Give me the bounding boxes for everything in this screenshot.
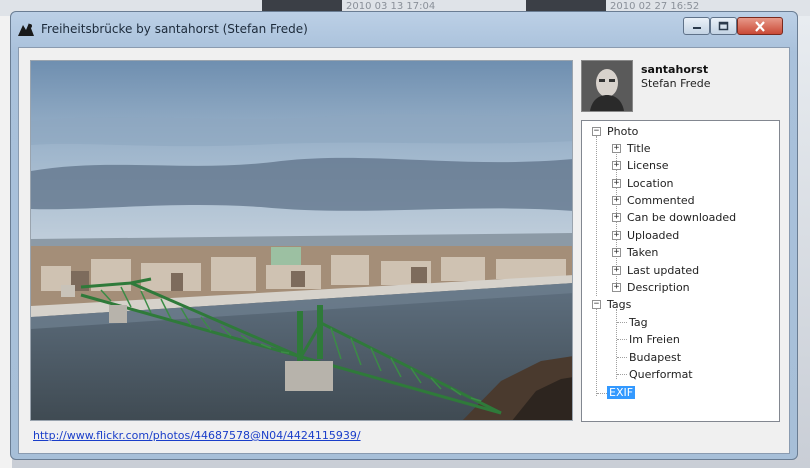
maximize-button[interactable] — [710, 17, 737, 35]
tree-node-label: Title — [627, 141, 651, 155]
expand-icon[interactable]: + — [612, 195, 621, 205]
tree-node-label: Description — [627, 280, 690, 294]
collapse-icon[interactable]: − — [592, 299, 601, 309]
tree-node-photo[interactable]: − Photo — [592, 123, 638, 139]
window-title: Freiheitsbrücke by santahorst (Stefan Fr… — [41, 22, 308, 36]
tree-node-tags[interactable]: − Tags — [592, 296, 631, 312]
tree-node-label: Querformat — [629, 367, 693, 381]
tree-node-location[interactable]: + Location — [612, 175, 674, 191]
photo-info-window: Freiheitsbrücke by santahorst (Stefan Fr… — [10, 11, 798, 460]
expand-icon[interactable]: + — [612, 212, 621, 222]
expand-icon[interactable]: + — [612, 230, 621, 240]
tree-node-label: Tag — [629, 315, 648, 329]
tree-node-label: Taken — [627, 245, 659, 259]
photo-image — [30, 60, 573, 421]
minimize-icon — [692, 27, 701, 29]
expand-icon[interactable]: + — [612, 265, 621, 275]
tree-connector — [617, 322, 627, 323]
tree-connector — [616, 309, 617, 379]
tree-node-label: Last updated — [627, 263, 700, 277]
author-username: santahorst — [641, 63, 709, 76]
tree-node-label: Tags — [607, 297, 632, 311]
tree-node-label: EXIF — [607, 385, 636, 399]
tree-node-label: Uploaded — [627, 228, 680, 242]
tree-connector — [596, 301, 597, 396]
window-client-area: http://www.flickr.com/photos/44687578@N0… — [18, 47, 790, 454]
tree-node-last-updated[interactable]: + Last updated — [612, 262, 699, 278]
collapse-icon[interactable]: − — [592, 126, 601, 136]
tree-node-license[interactable]: + License — [612, 157, 668, 173]
tree-connector — [617, 339, 627, 340]
close-button[interactable] — [737, 17, 783, 35]
avatar — [581, 60, 633, 112]
maximize-icon — [718, 21, 729, 31]
info-tree-view[interactable]: − Photo + Title + License + Location + C… — [581, 120, 780, 422]
tree-node-budapest[interactable]: Budapest — [629, 349, 681, 365]
title-bar[interactable]: Freiheitsbrücke by santahorst (Stefan Fr… — [11, 12, 797, 46]
tree-node-commented[interactable]: + Commented — [612, 192, 695, 208]
expand-icon[interactable]: + — [612, 143, 621, 153]
app-logo-icon — [17, 21, 35, 37]
tree-node-exif[interactable]: EXIF — [607, 384, 636, 400]
tree-node-label: Location — [627, 176, 674, 190]
tree-node-tag[interactable]: Tag — [629, 314, 648, 330]
tree-connector — [617, 374, 627, 375]
close-icon — [755, 20, 765, 32]
tree-node-label: Can be downloaded — [627, 210, 737, 224]
tree-node-label: License — [627, 158, 669, 172]
tree-node-im-freien[interactable]: Im Freien — [629, 331, 680, 347]
tree-node-querformat[interactable]: Querformat — [629, 366, 693, 382]
photo-url-link[interactable]: http://www.flickr.com/photos/44687578@N0… — [33, 429, 361, 442]
expand-icon[interactable]: + — [612, 178, 621, 188]
tree-connector — [597, 393, 607, 394]
tree-node-label: Im Freien — [629, 332, 680, 346]
tree-node-description[interactable]: + Description — [612, 279, 690, 295]
tree-node-label: Budapest — [629, 350, 682, 364]
tree-node-title[interactable]: + Title — [612, 140, 651, 156]
tree-node-label: Photo — [607, 124, 639, 138]
expand-icon[interactable]: + — [612, 160, 621, 170]
tree-connector — [617, 357, 627, 358]
tree-node-label: Commented — [627, 193, 695, 207]
tree-node-taken[interactable]: + Taken — [612, 244, 658, 260]
tree-node-can-be-downloaded[interactable]: + Can be downloaded — [612, 209, 736, 225]
tree-connector — [596, 136, 597, 296]
tree-node-uploaded[interactable]: + Uploaded — [612, 227, 679, 243]
minimize-button[interactable] — [683, 17, 710, 35]
author-realname: Stefan Frede — [641, 77, 711, 90]
expand-icon[interactable]: + — [612, 247, 621, 257]
expand-icon[interactable]: + — [612, 282, 621, 292]
